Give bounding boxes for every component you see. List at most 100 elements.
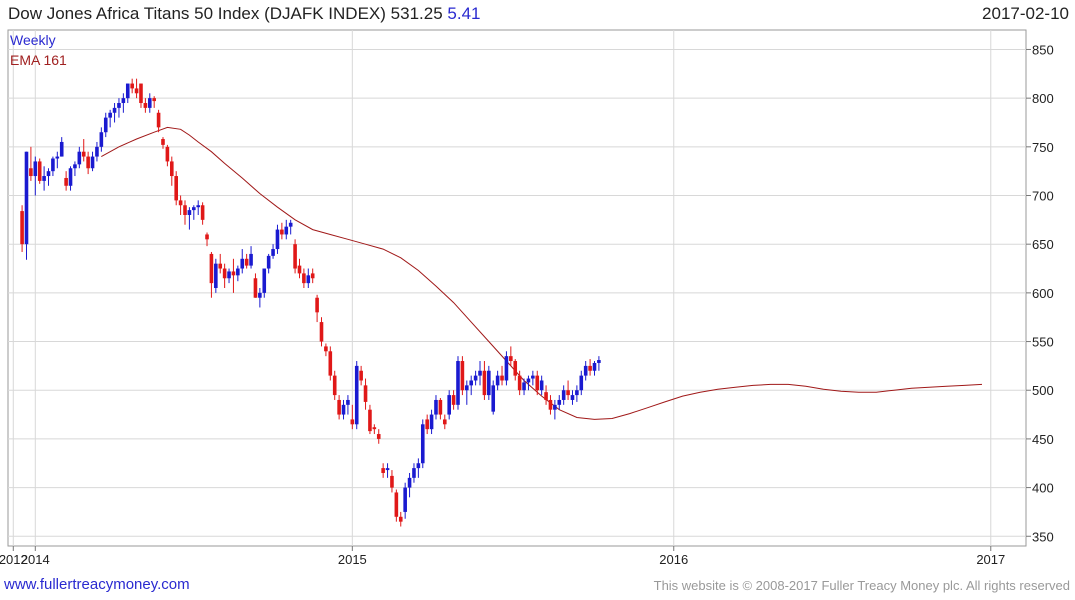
candle bbox=[143, 98, 148, 113]
footer-url[interactable]: www.fullertreacymoney.com bbox=[4, 576, 190, 593]
candle bbox=[196, 200, 201, 215]
candle-body bbox=[302, 273, 306, 284]
candle-body bbox=[152, 98, 156, 102]
candle bbox=[328, 346, 333, 381]
candle-body bbox=[376, 434, 381, 439]
candle bbox=[99, 127, 104, 152]
candle bbox=[324, 343, 328, 357]
candle-body bbox=[134, 88, 139, 94]
candle bbox=[244, 253, 249, 269]
candle-body bbox=[209, 253, 214, 284]
candle-body bbox=[592, 362, 597, 371]
candle bbox=[218, 253, 223, 274]
candle bbox=[429, 409, 434, 435]
candle-body bbox=[491, 385, 496, 412]
candle bbox=[183, 200, 187, 225]
candle bbox=[227, 268, 231, 284]
candle-body bbox=[368, 409, 372, 432]
candle bbox=[117, 98, 121, 118]
y-tick-label: 400 bbox=[1032, 481, 1054, 496]
candle-body bbox=[579, 375, 584, 391]
candle-body bbox=[557, 399, 562, 405]
candle-body bbox=[125, 83, 130, 99]
candle bbox=[557, 395, 562, 410]
candle bbox=[561, 385, 566, 405]
candle bbox=[381, 463, 385, 478]
candles bbox=[20, 78, 601, 527]
candle bbox=[588, 359, 592, 376]
candle-body bbox=[319, 322, 324, 342]
candle-body bbox=[169, 161, 174, 177]
candle bbox=[442, 414, 447, 430]
candle bbox=[130, 78, 134, 94]
candle bbox=[447, 390, 451, 420]
candle-body bbox=[381, 468, 385, 473]
candle bbox=[68, 166, 73, 191]
candle bbox=[86, 151, 90, 175]
candle bbox=[579, 370, 584, 396]
candle-body bbox=[504, 356, 509, 381]
candle bbox=[284, 219, 289, 240]
candle bbox=[337, 395, 341, 420]
candle bbox=[478, 361, 482, 386]
candle-body bbox=[531, 375, 535, 379]
candle bbox=[51, 156, 55, 177]
candle-body bbox=[244, 258, 249, 266]
candle bbox=[121, 93, 126, 113]
candle bbox=[425, 414, 429, 435]
candle bbox=[156, 109, 161, 133]
candle-body bbox=[469, 380, 474, 386]
candle bbox=[275, 224, 280, 254]
candle-body bbox=[73, 164, 77, 169]
candle-body bbox=[553, 404, 557, 410]
candle bbox=[59, 137, 64, 157]
candle-body bbox=[394, 492, 399, 517]
candle-body bbox=[275, 229, 280, 250]
y-tick-label: 700 bbox=[1032, 189, 1054, 204]
candle-body bbox=[187, 210, 192, 215]
candle-body bbox=[522, 382, 526, 391]
candle bbox=[280, 222, 284, 240]
candle-body bbox=[33, 161, 38, 177]
candle-body bbox=[90, 156, 95, 169]
candle bbox=[302, 268, 306, 288]
candle bbox=[240, 249, 245, 274]
candle bbox=[332, 370, 337, 400]
candle-body bbox=[227, 271, 231, 279]
candle bbox=[64, 171, 68, 191]
candle-body bbox=[258, 292, 262, 298]
candle-body bbox=[20, 211, 24, 245]
candle-body bbox=[548, 399, 553, 410]
candle-body bbox=[29, 168, 33, 177]
candle bbox=[214, 258, 218, 293]
candle bbox=[200, 202, 205, 225]
candle-body bbox=[513, 361, 518, 376]
candle-body bbox=[420, 424, 425, 464]
candle-body bbox=[328, 351, 333, 376]
y-tick-label: 500 bbox=[1032, 383, 1054, 398]
candle bbox=[531, 370, 535, 386]
candle-body bbox=[561, 390, 566, 400]
candle-body bbox=[597, 360, 601, 363]
candle-body bbox=[42, 176, 46, 181]
candle-body bbox=[236, 268, 240, 276]
candle bbox=[222, 263, 227, 288]
candle-body bbox=[271, 249, 275, 256]
candle-body bbox=[495, 375, 500, 386]
candle bbox=[55, 151, 60, 169]
candle bbox=[297, 258, 302, 279]
candle bbox=[495, 370, 500, 391]
candle bbox=[112, 103, 117, 123]
candle-body bbox=[68, 168, 73, 186]
candle-body bbox=[77, 151, 82, 165]
candle-body bbox=[350, 419, 355, 425]
candle-body bbox=[253, 278, 258, 298]
candle bbox=[465, 380, 469, 405]
candle bbox=[258, 288, 262, 308]
candle bbox=[394, 489, 399, 522]
candle-body bbox=[460, 361, 465, 391]
candle-body bbox=[473, 375, 478, 381]
candle-body bbox=[588, 365, 592, 371]
candle bbox=[103, 112, 108, 138]
candle bbox=[73, 161, 77, 177]
